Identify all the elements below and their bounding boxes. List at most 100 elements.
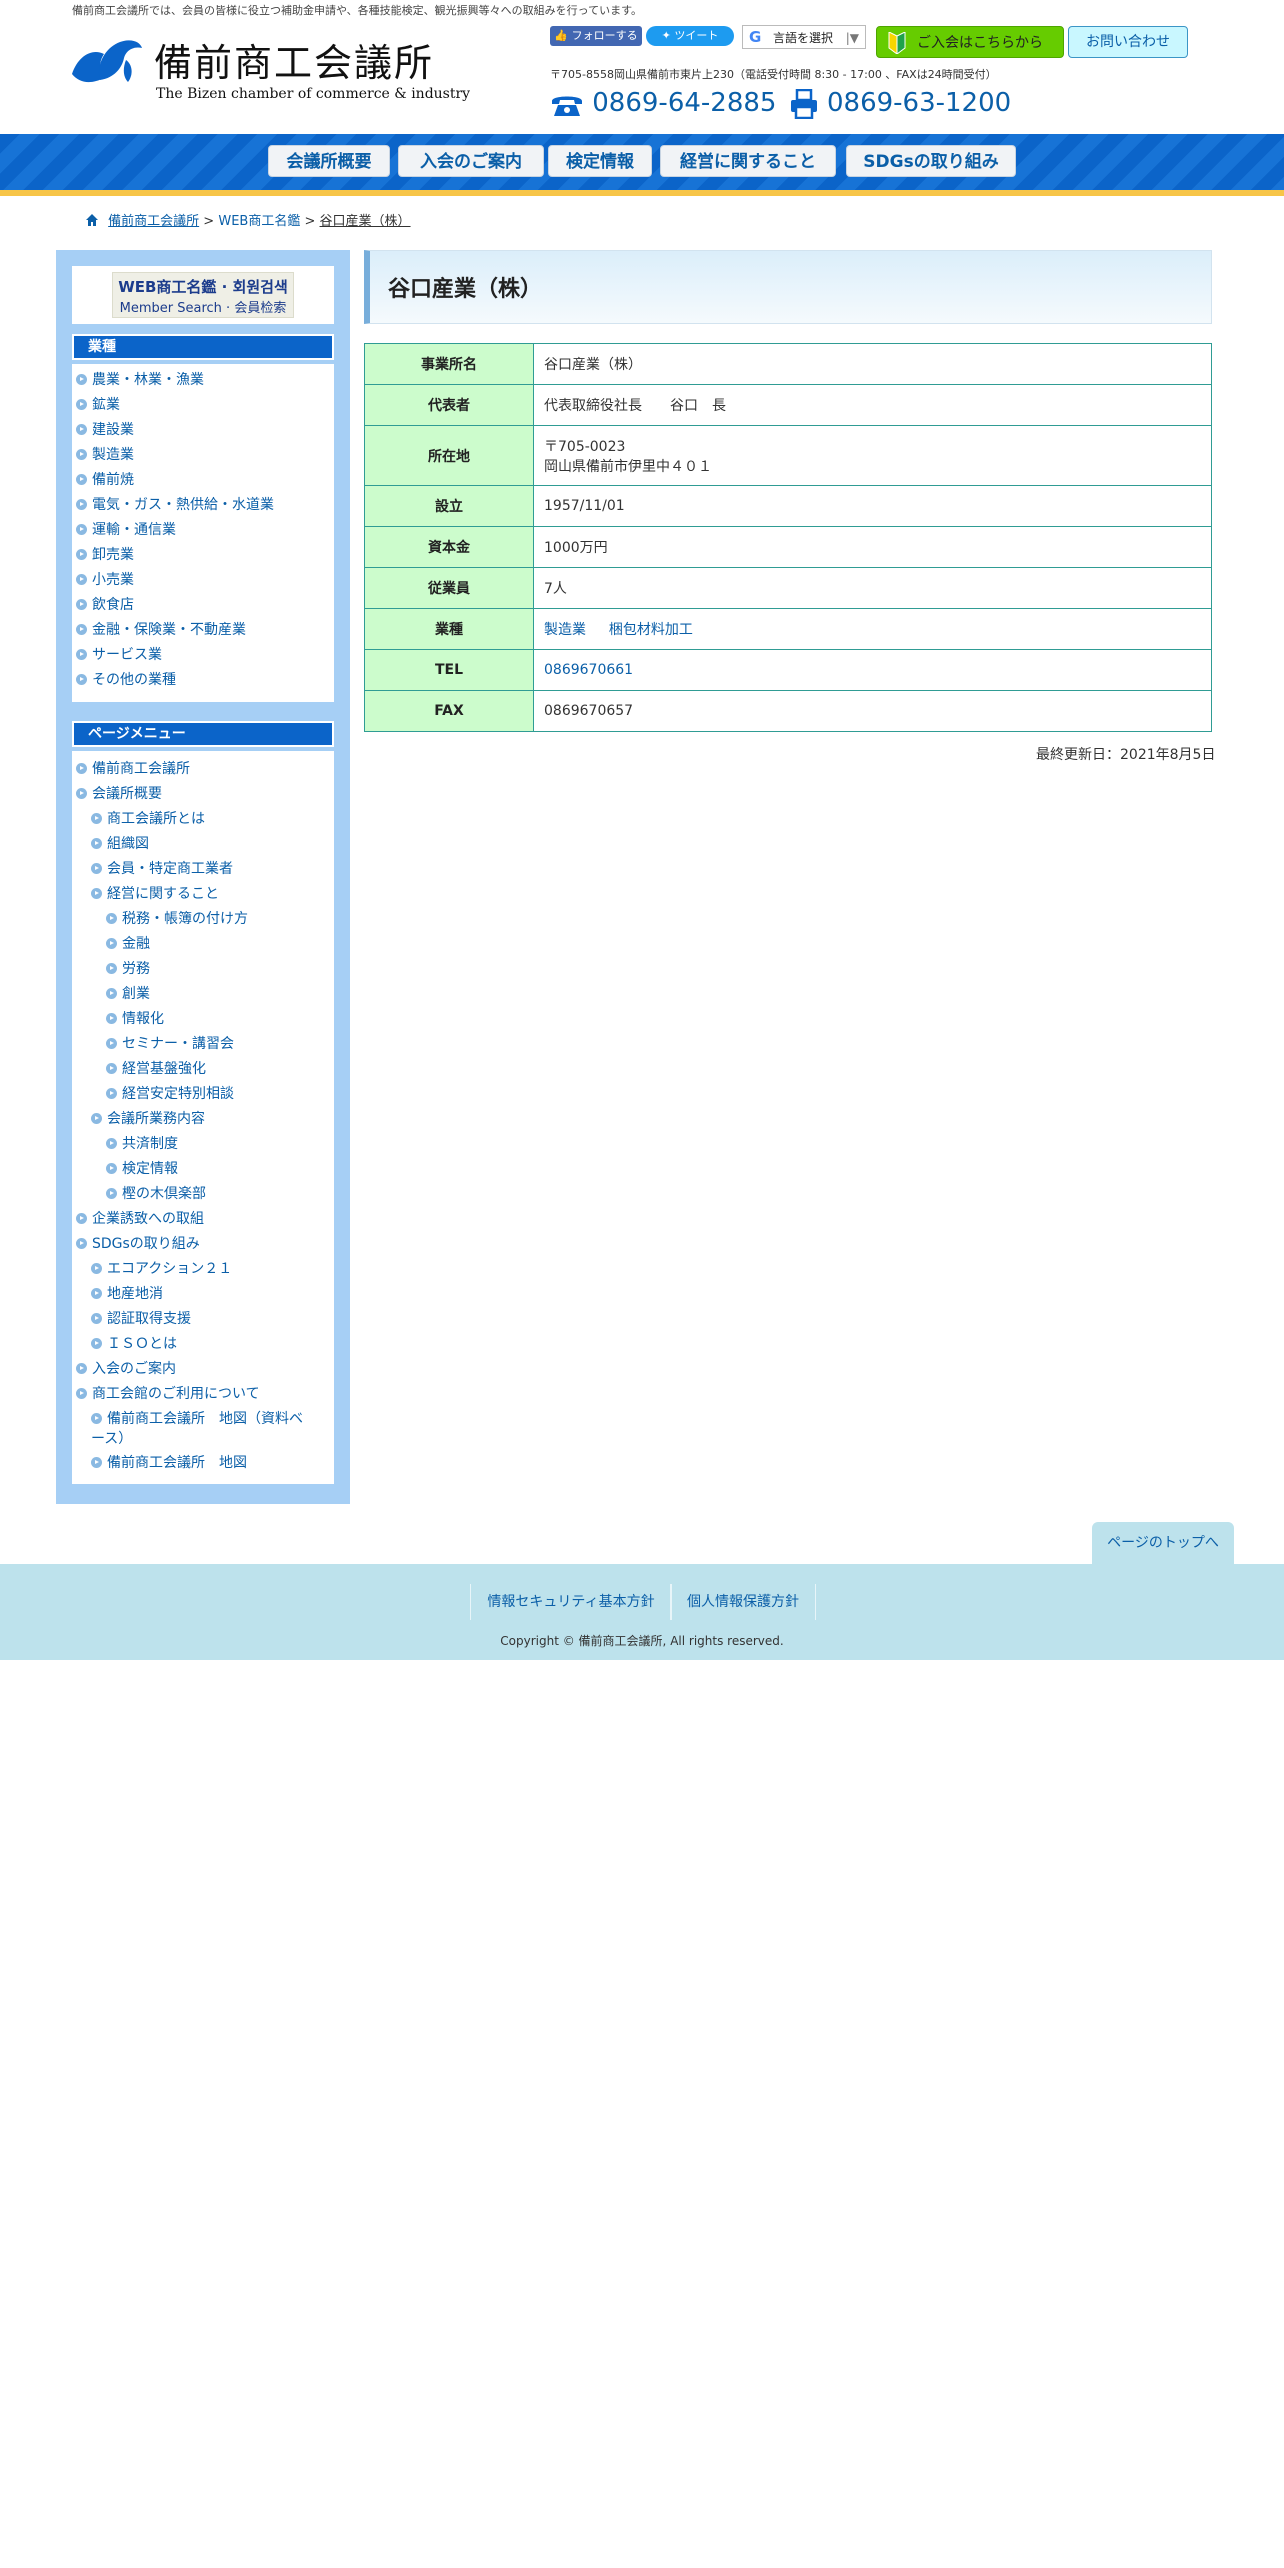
- tel-link[interactable]: 0869670661: [544, 662, 633, 678]
- page-menu-item[interactable]: 会議所業務内容: [91, 1109, 205, 1129]
- page-menu-item[interactable]: 樫の木倶楽部: [106, 1184, 206, 1204]
- industry-item[interactable]: 金融・保険業・不動産業: [76, 620, 246, 640]
- arrow-bullet-icon: [91, 1113, 102, 1124]
- sidebar-item-label: 商工会館のご利用について: [92, 1386, 260, 1402]
- phone-number[interactable]: 0869-64-2885: [592, 88, 776, 118]
- industry-link[interactable]: 製造業: [544, 622, 586, 638]
- arrow-bullet-icon: [76, 474, 87, 485]
- page-menu-item[interactable]: 経営安定特別相談: [106, 1084, 234, 1104]
- industry-item[interactable]: 農業・林業・漁業: [76, 370, 204, 390]
- industry-item[interactable]: 製造業: [76, 445, 134, 465]
- page-menu-item[interactable]: エコアクション２１: [91, 1259, 232, 1279]
- industry-item[interactable]: 卸売業: [76, 545, 134, 565]
- page-menu-item[interactable]: 金融: [106, 934, 150, 954]
- site-logo[interactable]: 備前商工会議所 The Bizen chamber of commerce & …: [70, 32, 470, 106]
- page-menu-item[interactable]: 地産地消: [91, 1284, 163, 1304]
- page-menu-list: 備前商工会議所 会議所概要商工会議所とは 組織図会員・特定商工業者経営に関すること税…: [72, 751, 334, 1484]
- sidebar-item-label: 小売業: [92, 572, 134, 588]
- subindustry-link[interactable]: 梱包材料加工: [609, 622, 693, 638]
- row-label: 資本金: [364, 526, 534, 568]
- page-menu-item[interactable]: 経営基盤強化: [106, 1059, 206, 1079]
- page-menu-item[interactable]: 入会のご案内: [76, 1359, 176, 1379]
- sidebar-item-label: 飲食店: [92, 597, 134, 613]
- translate-select[interactable]: G 言語を選択 |▼: [742, 25, 866, 49]
- breadcrumb-home[interactable]: 備前商工会議所: [108, 214, 199, 229]
- arrow-bullet-icon: [76, 574, 87, 585]
- breadcrumb-directory[interactable]: WEB商工名鑑: [218, 214, 300, 229]
- translate-label: 言語を選択: [773, 31, 834, 45]
- nav-membership[interactable]: 入会のご案内: [398, 145, 544, 177]
- row-label: 代表者: [364, 384, 534, 426]
- industry-item[interactable]: 飲食店: [76, 595, 134, 615]
- join-button[interactable]: ご入会はこちらから: [876, 26, 1064, 58]
- page-menu-item[interactable]: SDGsの取り組み: [76, 1234, 200, 1254]
- arrow-bullet-icon: [76, 1388, 87, 1399]
- facebook-follow-label: フォローする: [571, 29, 638, 42]
- nav-certification[interactable]: 検定情報: [548, 145, 652, 177]
- arrow-bullet-icon: [76, 599, 87, 610]
- tweet-label: ツイート: [674, 29, 719, 42]
- fax-icon: [790, 88, 817, 119]
- page-menu-item[interactable]: 組織図: [91, 834, 149, 854]
- arrow-bullet-icon: [91, 1413, 102, 1424]
- page-menu-item[interactable]: 会員・特定商工業者: [91, 859, 233, 879]
- arrow-bullet-icon: [76, 549, 87, 560]
- logo-subtitle: The Bizen chamber of commerce & industry: [156, 86, 471, 102]
- industry-item[interactable]: 鉱業: [76, 395, 120, 415]
- page-menu-item[interactable]: 会議所概要: [76, 784, 162, 804]
- facebook-follow-button[interactable]: 👍 フォローする: [550, 26, 642, 46]
- industry-item[interactable]: サービス業: [76, 645, 162, 665]
- sidebar-item-label: 備前商工会議所 地図: [107, 1455, 247, 1471]
- industry-item[interactable]: 備前焼: [76, 470, 134, 490]
- sidebar-item-label: 労務: [122, 961, 150, 977]
- page-menu-item[interactable]: 創業: [106, 984, 150, 1004]
- phone-fax-block: 0869-64-2885 0869-63-1200: [550, 86, 1011, 120]
- sidebar-item-label: 会員・特定商工業者: [107, 861, 233, 877]
- page-menu-item[interactable]: セミナー・講習会: [106, 1034, 234, 1054]
- page-menu-item[interactable]: 備前商工会議所: [76, 759, 190, 779]
- nav-management[interactable]: 経営に関すること: [660, 145, 836, 177]
- page-menu-item[interactable]: 共済制度: [106, 1134, 178, 1154]
- page-menu-item[interactable]: 認証取得支援: [91, 1309, 191, 1329]
- tweet-button[interactable]: ✦ ツイート: [646, 26, 734, 46]
- footer-link-security-policy[interactable]: 情報セキュリティ基本方針: [470, 1584, 672, 1620]
- sidebar-item-label: 認証取得支援: [107, 1311, 191, 1327]
- sidebar-item-label: 経営安定特別相談: [122, 1086, 234, 1102]
- footer-link-privacy-policy[interactable]: 個人情報保護方針: [670, 1584, 816, 1620]
- industry-item[interactable]: 電気・ガス・熱供給・水道業: [76, 495, 274, 515]
- arrow-bullet-icon: [91, 1457, 102, 1468]
- footer: 情報セキュリティ基本方針 個人情報保護方針 Copyright © 備前商工会議…: [0, 1564, 1284, 1660]
- page-menu-item[interactable]: 経営に関すること: [91, 884, 219, 904]
- page-menu-item[interactable]: 備前商工会議所 地図: [91, 1453, 247, 1473]
- page-menu-item[interactable]: 備前商工会議所 地図（資料ベース）: [91, 1409, 311, 1449]
- sidebar-item-label: 会議所業務内容: [107, 1111, 205, 1127]
- arrow-bullet-icon: [106, 913, 117, 924]
- arrow-bullet-icon: [76, 499, 87, 510]
- page-menu-item[interactable]: 情報化: [106, 1009, 164, 1029]
- page-menu-item[interactable]: ＩＳＯとは: [91, 1334, 177, 1354]
- industry-item[interactable]: 小売業: [76, 570, 134, 590]
- nav-accent-strip: [0, 190, 1284, 196]
- sidebar-item-label: 備前商工会議所 地図（資料ベース）: [91, 1411, 303, 1447]
- industry-item[interactable]: 建設業: [76, 420, 134, 440]
- nav-sdgs[interactable]: SDGsの取り組み: [846, 145, 1016, 177]
- page-top-button[interactable]: ページのトップへ: [1092, 1522, 1234, 1564]
- page-menu-item[interactable]: 商工会議所とは: [91, 809, 205, 829]
- sidebar-item-label: 金融・保険業・不動産業: [92, 622, 246, 638]
- row-label: 所在地: [364, 425, 534, 486]
- member-search-banner[interactable]: WEB商工名鑑 · 회원검색 Member Search · 会員检索: [72, 266, 334, 324]
- page-menu-item[interactable]: 労務: [106, 959, 150, 979]
- sidebar-item-label: 経営基盤強化: [122, 1061, 206, 1077]
- logo-mark-icon: [72, 40, 142, 83]
- phone-icon: [552, 96, 582, 116]
- page-menu-item[interactable]: 企業誘致への取組: [76, 1209, 204, 1229]
- contact-button[interactable]: お問い合わせ: [1068, 26, 1188, 58]
- page-menu-item[interactable]: 商工会館のご利用について: [76, 1384, 260, 1404]
- banner-line-1: WEB商工名鑑 · 회원검색: [118, 278, 288, 296]
- industry-item[interactable]: 運輸・通信業: [76, 520, 176, 540]
- page-menu-item[interactable]: 税務・帳簿の付け方: [106, 909, 248, 929]
- nav-about[interactable]: 会議所概要: [268, 145, 390, 177]
- industry-item[interactable]: その他の業種: [76, 670, 176, 690]
- page-menu-item[interactable]: 検定情報: [106, 1159, 178, 1179]
- sidebar-item-label: 建設業: [92, 422, 134, 438]
